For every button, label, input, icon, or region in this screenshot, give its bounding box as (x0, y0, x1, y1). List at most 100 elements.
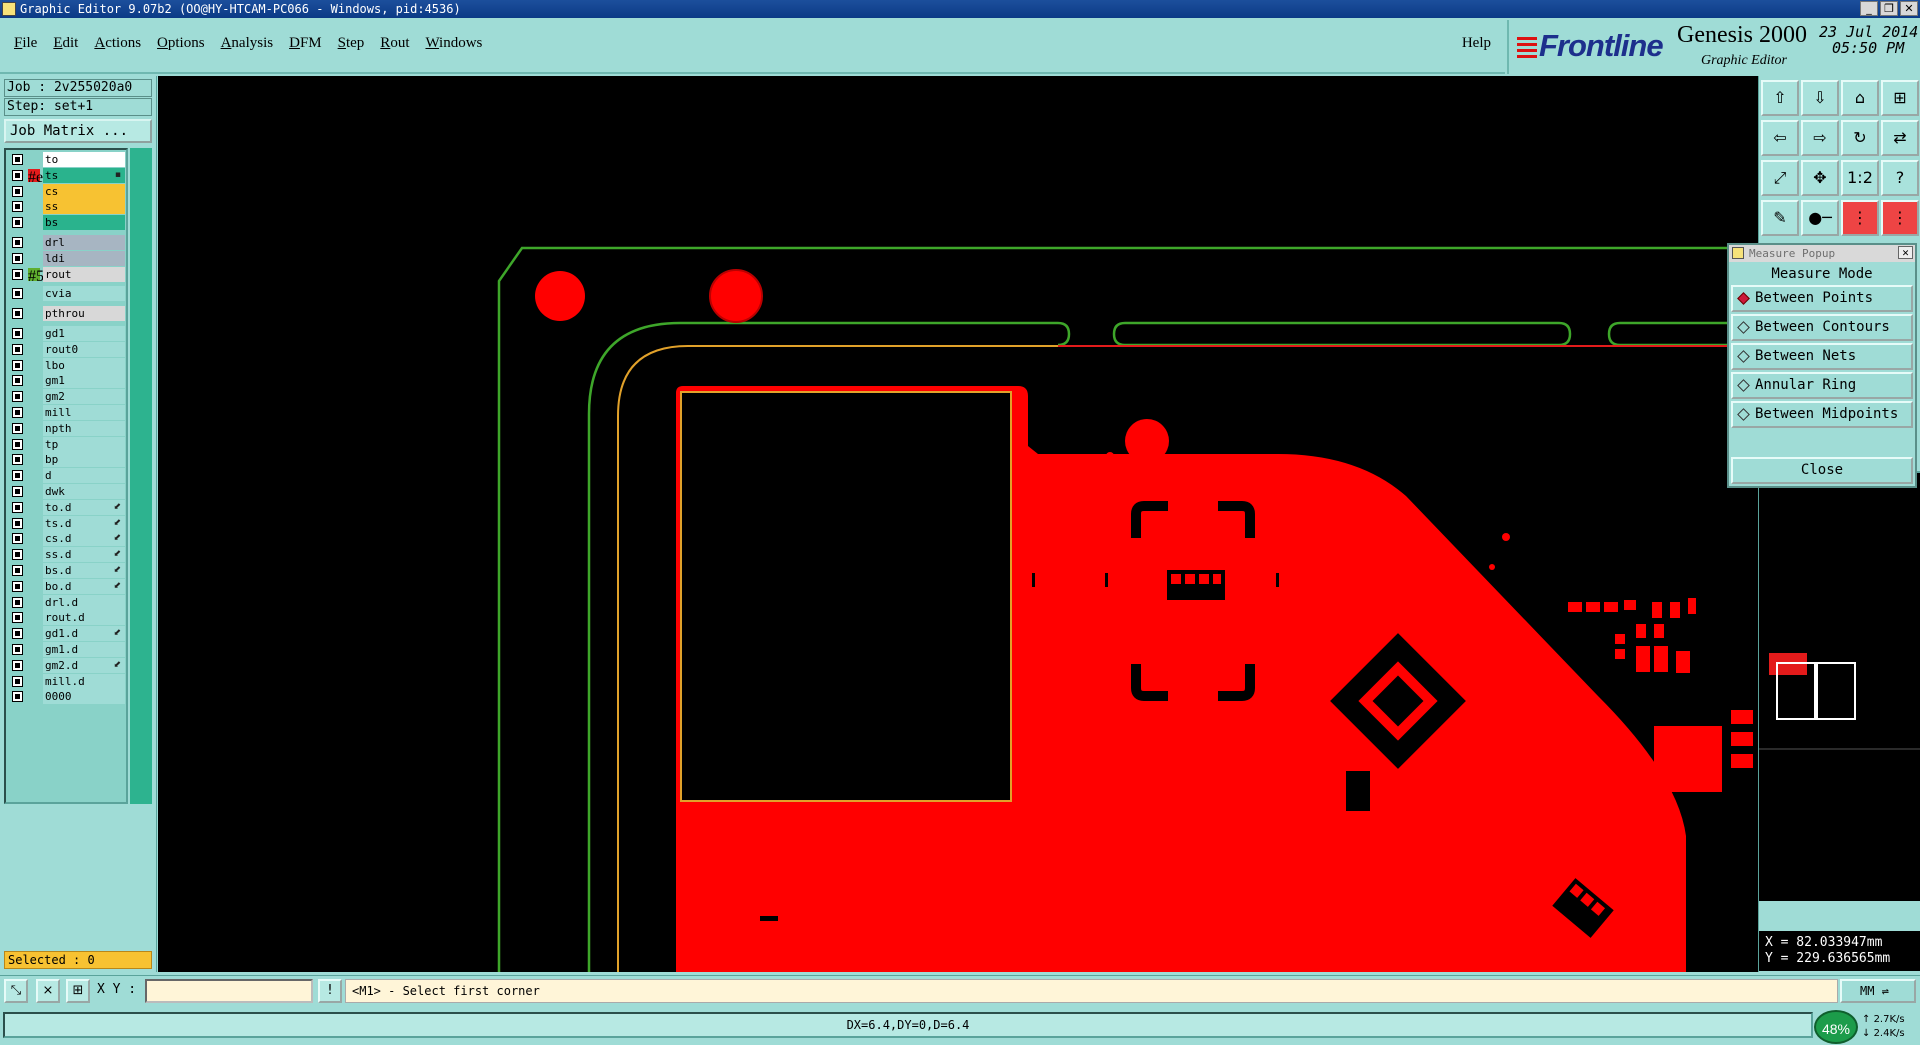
radio-diamond-icon[interactable] (1737, 292, 1750, 305)
layer-name[interactable]: bs (43, 215, 125, 231)
layer-row-dwk[interactable]: dwk (9, 484, 127, 499)
layer-color-swatch[interactable] (28, 643, 40, 656)
layer-checkbox[interactable] (12, 268, 23, 280)
layer-row-lbo[interactable]: lbo (9, 357, 127, 373)
menu-options[interactable]: Options (157, 35, 205, 52)
layer-row-cvia[interactable]: cvia (9, 286, 127, 302)
layer-color-swatch[interactable] (28, 359, 40, 372)
layer-color-swatch[interactable]: #e31b1b (28, 168, 83, 186)
layer-checkbox[interactable] (12, 328, 23, 339)
layer-color-swatch[interactable] (28, 596, 40, 609)
layer-color-swatch[interactable] (28, 422, 40, 435)
layer-checkbox[interactable] (12, 391, 23, 403)
measure-popup-titlebar[interactable]: Measure Popup ✕ (1729, 245, 1915, 262)
layer-color-swatch[interactable] (28, 406, 40, 419)
tool-down-icon[interactable]: ⇩ (1801, 80, 1839, 116)
layer-checkbox[interactable] (12, 359, 23, 371)
layer-row-npth[interactable]: npth (9, 420, 127, 436)
layer-row-gd1[interactable]: gd1 (9, 326, 127, 341)
measure-option-between-midpoints[interactable]: Between Midpoints (1731, 401, 1913, 428)
tool-layer-b-icon[interactable]: ⋮ (1881, 200, 1919, 236)
layer-row-pthrou[interactable]: pthrou (9, 306, 127, 322)
layer-checkbox[interactable] (12, 201, 23, 213)
layer-row-mill[interactable]: mill (9, 405, 127, 420)
layer-name[interactable]: to (43, 152, 125, 167)
layer-checkbox[interactable] (12, 470, 23, 482)
tool-help-icon[interactable]: ? (1881, 160, 1919, 196)
layer-row-to-d[interactable]: to.d ⬋ (9, 499, 127, 515)
layer-checkbox[interactable] (12, 237, 23, 248)
layer-name[interactable]: tp (43, 436, 125, 452)
layer-color-swatch[interactable] (28, 627, 40, 640)
menu-dfm[interactable]: DFM (289, 35, 322, 52)
menu-actions[interactable]: Actions (94, 35, 141, 52)
layer-checkbox[interactable] (12, 486, 23, 497)
layer-row-mill-d[interactable]: mill.d (9, 673, 127, 689)
minimize-icon[interactable]: _ (1860, 1, 1878, 16)
layer-color-swatch[interactable] (28, 343, 40, 356)
layer-checkbox[interactable] (12, 501, 23, 513)
layer-row-to[interactable]: to (9, 152, 127, 167)
layer-color-swatch[interactable] (28, 453, 40, 466)
tool-grid-icon[interactable]: ⊞ (1881, 80, 1919, 116)
layer-checkbox[interactable] (12, 659, 23, 671)
layer-row-bo-d[interactable]: bo.d ⬋ (9, 578, 127, 594)
radio-diamond-icon[interactable] (1737, 350, 1750, 363)
menu-file[interactable]: File (14, 35, 37, 52)
layer-name[interactable]: pthrou (43, 306, 125, 322)
close-icon[interactable]: ✕ (1898, 246, 1913, 259)
maximize-icon[interactable]: ❐ (1880, 1, 1898, 16)
layer-name[interactable]: cvia (43, 286, 125, 302)
overview-preview[interactable] (1759, 471, 1920, 901)
layer-row-gm1-d[interactable]: gm1.d (9, 642, 127, 657)
radio-diamond-icon[interactable] (1737, 321, 1750, 334)
layer-name[interactable]: rout0 (43, 341, 125, 357)
menu-analysis[interactable]: Analysis (221, 35, 274, 52)
tool-edit-icon[interactable]: ✎ (1761, 200, 1799, 236)
layer-checkbox[interactable] (12, 343, 23, 355)
layer-checkbox[interactable] (12, 375, 23, 387)
layer-checkbox[interactable] (12, 407, 23, 418)
layer-color-swatch[interactable] (28, 307, 40, 320)
measure-option-between-points[interactable]: Between Points (1731, 285, 1913, 312)
layer-checkbox[interactable] (12, 217, 23, 229)
layer-name[interactable]: rout.d (43, 610, 125, 626)
layer-color-swatch[interactable] (28, 236, 40, 249)
xy-input[interactable] (145, 979, 313, 1003)
layer-checkbox[interactable] (12, 308, 23, 320)
layer-checkbox[interactable] (12, 691, 23, 703)
layer-name[interactable]: ss (43, 199, 125, 215)
layer-color-swatch[interactable] (28, 675, 40, 688)
tool-up-icon[interactable]: ⇧ (1761, 80, 1799, 116)
menu-edit[interactable]: Edit (53, 35, 78, 52)
layer-checkbox[interactable] (12, 644, 23, 655)
layer-row-ss-d[interactable]: ss.d ⬋ (9, 547, 127, 563)
layer-checkbox[interactable] (12, 422, 23, 434)
layer-row-drl-d[interactable]: drl.d (9, 594, 127, 610)
layer-row-gm1[interactable]: gm1 (9, 373, 127, 389)
layer-name[interactable]: mill.d (43, 673, 125, 689)
layer-row-rout0[interactable]: rout0 (9, 341, 127, 357)
layer-color-swatch[interactable] (28, 517, 40, 530)
cancel-snap-icon[interactable]: ⨯ (36, 979, 60, 1003)
layer-name[interactable]: gm2 (43, 389, 125, 405)
layer-checkbox[interactable] (12, 549, 23, 561)
layer-checkbox[interactable] (12, 454, 23, 466)
layer-name[interactable]: cs (43, 183, 125, 199)
tool-rotate-icon[interactable]: ↻ (1841, 120, 1879, 156)
graphic-canvas[interactable] (158, 76, 1758, 972)
layer-row-gm2[interactable]: gm2 (9, 389, 127, 405)
layer-checkbox[interactable] (12, 169, 23, 181)
layer-checkbox[interactable] (12, 154, 23, 165)
layer-row-rout-d[interactable]: rout.d (9, 610, 127, 626)
layer-name[interactable]: dwk (43, 484, 125, 499)
layer-row-rout[interactable]: #5fae2erout (9, 266, 127, 285)
layer-name[interactable]: gd1 (43, 326, 125, 341)
tool-swap-icon[interactable]: ⇄ (1881, 120, 1919, 156)
layer-row-ts[interactable]: #e31b1bts▪ (9, 167, 127, 186)
layer-checkbox[interactable] (12, 533, 23, 545)
layer-color-swatch[interactable] (28, 153, 40, 166)
layer-checkbox[interactable] (12, 565, 23, 576)
layer-color-swatch[interactable] (28, 185, 40, 198)
layer-row-d[interactable]: d (9, 468, 127, 484)
